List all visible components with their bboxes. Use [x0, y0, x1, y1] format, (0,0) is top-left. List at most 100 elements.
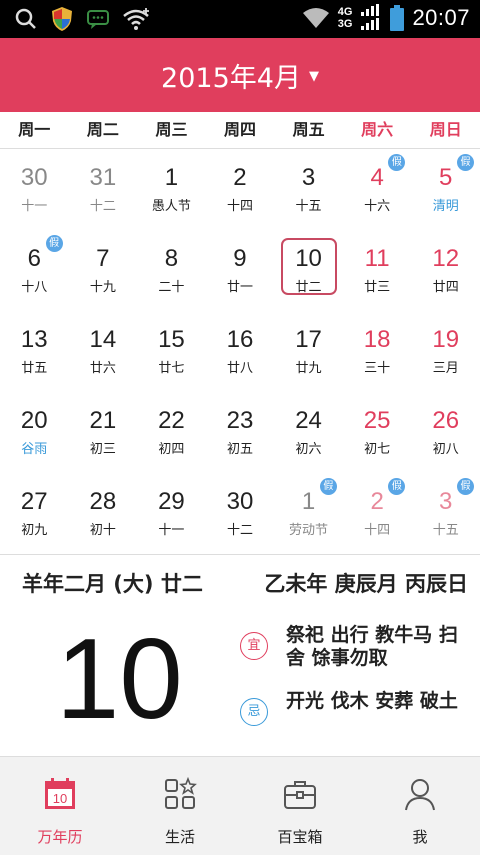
lunar-day: 劳动节	[289, 523, 329, 538]
lunar-day: 初四	[158, 442, 185, 457]
calendar-day[interactable]: 4 十六假	[343, 148, 412, 229]
calendar-day[interactable]: 15 廿七	[137, 310, 206, 391]
nav-me[interactable]: 我	[360, 757, 480, 855]
calendar-day[interactable]: 27 初九	[0, 472, 69, 553]
lunar-day: 初十	[89, 523, 116, 538]
calendar-day[interactable]: 23 初五	[206, 391, 275, 472]
lunar-day: 廿七	[158, 361, 185, 376]
day-number: 26	[432, 407, 460, 434]
network-3g-label: 3G	[337, 18, 353, 30]
person-icon	[405, 779, 435, 811]
day-number: 9	[233, 245, 247, 272]
lunar-day: 廿九	[295, 361, 322, 376]
calendar-day[interactable]: 13 廿五	[0, 310, 69, 391]
day-number: 7	[96, 245, 110, 272]
ji-text: 开光 伐木 安葬 破土	[286, 690, 458, 712]
calendar-day[interactable]: 24 初六	[274, 391, 343, 472]
calendar-day[interactable]: 5 清明假	[411, 148, 480, 229]
calendar-day[interactable]: 30 十二	[206, 472, 275, 553]
lunar-day: 十五	[432, 523, 459, 538]
nav-life-label: 生活	[164, 828, 195, 846]
lunar-day: 廿五	[21, 361, 48, 376]
calendar-day[interactable]: 28 初十	[69, 472, 138, 553]
calendar-day[interactable]: 26 初八	[411, 391, 480, 472]
lunar-day: 初五	[226, 442, 253, 457]
selected-day-number: 10	[56, 616, 183, 743]
calendar-icon: 10	[45, 778, 75, 809]
calendar-day[interactable]: 17 廿九	[274, 310, 343, 391]
almanac-panel[interactable]: 宜 祭祀 出行 教牛马 扫舍 馀事勿取 忌 开光 伐木 安葬 破土	[240, 624, 468, 756]
lunar-day: 三月	[432, 361, 459, 376]
calendar-day[interactable]: 11 廿三	[343, 229, 412, 310]
calendar-day[interactable]: 1 劳动节假	[274, 472, 343, 553]
signal-icon	[361, 4, 380, 30]
weekday-label: 周二	[86, 120, 119, 139]
calendar-day[interactable]: 29 十一	[137, 472, 206, 553]
holiday-badge: 假	[456, 154, 474, 171]
lunar-day: 初八	[432, 442, 459, 457]
calendar-icon-number: 10	[53, 791, 67, 806]
calendar-day[interactable]: 3 十五	[274, 148, 343, 229]
calendar-day[interactable]: 19 三月	[411, 310, 480, 391]
calendar-day[interactable]: 3 十五假	[411, 472, 480, 553]
calendar-day[interactable]: 9 廿一	[206, 229, 275, 310]
calendar-day[interactable]: 30 十一	[0, 148, 69, 229]
day-number: 30	[20, 164, 48, 191]
calendar-day[interactable]: 2 十四	[206, 148, 275, 229]
calendar-day[interactable]: 8 二十	[137, 229, 206, 310]
calendar-day[interactable]: 21 初三	[69, 391, 138, 472]
calendar-day-today[interactable]: 10 廿二	[274, 229, 343, 310]
lunar-day: 谷雨	[21, 442, 48, 457]
day-number: 21	[89, 407, 117, 434]
message-icon	[87, 10, 109, 29]
holiday-badge: 假	[319, 478, 337, 495]
nav-toolbox[interactable]: 百宝箱	[240, 757, 360, 855]
calendar-grid: 30 十一 31 十二 1 愚人节 2 十四 3 十五 4 十六假 5 清明假 6 十八假 7 十九 8 二十 9 廿一 1…	[0, 148, 480, 554]
search-icon	[15, 8, 36, 29]
day-number: 3	[301, 164, 316, 191]
calendar-day[interactable]: 31 十二	[69, 148, 138, 229]
lunar-day: 清明	[432, 199, 459, 214]
toolbox-icon	[284, 781, 316, 809]
bottom-nav: 10 万年历 生活 百宝箱 我	[0, 756, 480, 855]
ji-badge: 忌	[240, 698, 268, 726]
chevron-down-icon: ▼	[308, 68, 319, 84]
calendar-day[interactable]: 14 廿六	[69, 310, 138, 391]
calendar-day[interactable]: 7 十九	[69, 229, 138, 310]
lunar-day: 初九	[21, 523, 48, 538]
lunar-day: 十八	[21, 280, 48, 295]
lunar-day: 廿二	[295, 280, 322, 295]
day-number: 13	[20, 326, 48, 353]
calendar-day[interactable]: 16 廿八	[206, 310, 275, 391]
weekday-label: 周五	[292, 120, 325, 139]
calendar-day[interactable]: 6 十八假	[0, 229, 69, 310]
calendar-day[interactable]: 18 三十	[343, 310, 412, 391]
calendar-day[interactable]: 20 谷雨	[0, 391, 69, 472]
weekday-label-sun: 周日	[429, 120, 462, 139]
lunar-day: 十一	[158, 523, 185, 538]
calendar-day[interactable]: 2 十四假	[343, 472, 412, 553]
lunar-day: 廿三	[364, 280, 391, 295]
lunar-date: 羊年二月 (大) 廿二	[22, 572, 203, 596]
calendar-day[interactable]: 22 初四	[137, 391, 206, 472]
weekday-label: 周三	[155, 120, 188, 139]
day-number: 12	[432, 245, 460, 272]
day-number: 28	[89, 488, 117, 515]
yi-badge: 宜	[240, 632, 268, 660]
nav-calendar[interactable]: 10 万年历	[0, 757, 120, 855]
calendar-day[interactable]: 25 初七	[343, 391, 412, 472]
calendar-day[interactable]: 1 愚人节	[137, 148, 206, 229]
lunar-day: 二十	[158, 280, 185, 295]
day-number: 2	[233, 164, 247, 191]
month-selector[interactable]: 2015年4月 ▼	[0, 38, 480, 112]
day-number: 19	[432, 326, 460, 353]
day-number: 29	[158, 488, 185, 515]
day-number: 10	[295, 245, 322, 272]
nav-life[interactable]: 生活	[120, 757, 240, 855]
calendar-day[interactable]: 12 廿四	[411, 229, 480, 310]
battery-icon	[390, 5, 405, 31]
day-number: 24	[295, 407, 322, 434]
day-number: 22	[158, 407, 185, 434]
holiday-badge: 假	[45, 235, 63, 252]
network-type: 4G 3G	[338, 6, 353, 30]
